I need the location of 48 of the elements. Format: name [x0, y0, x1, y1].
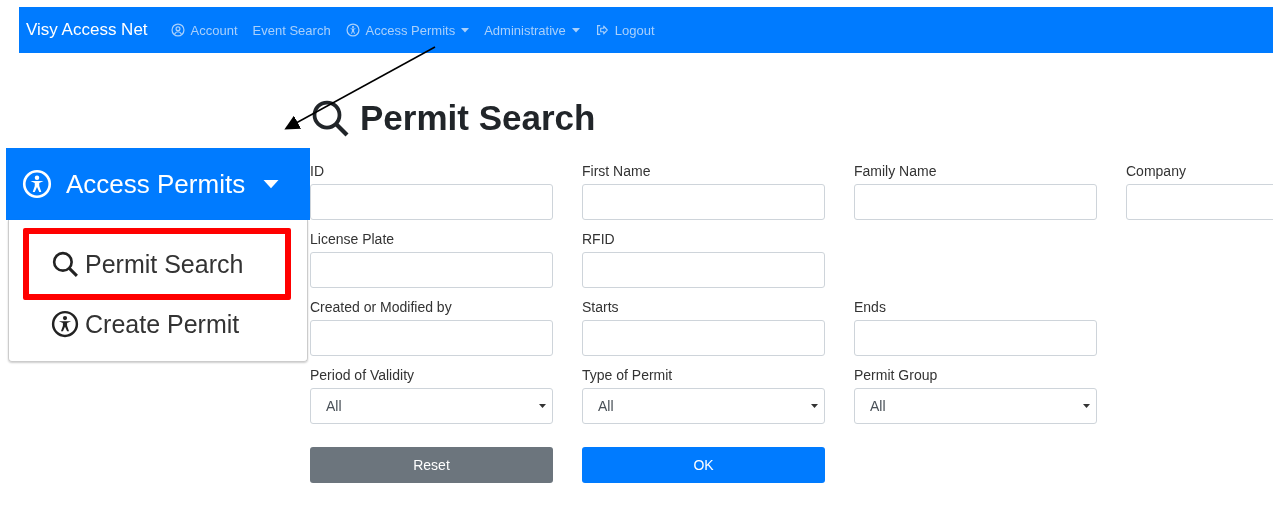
caret-icon — [1083, 403, 1090, 409]
caret-icon — [461, 27, 470, 33]
input-field[interactable] — [582, 184, 825, 220]
nav-link[interactable]: Administrative — [484, 22, 580, 38]
nav-link[interactable]: Event Search — [252, 22, 331, 38]
logout-icon — [594, 23, 609, 37]
input-field[interactable] — [854, 184, 1097, 220]
field-label: Type of Permit — [582, 367, 674, 385]
menu-item[interactable]: Create Permit — [23, 300, 291, 350]
search-icon — [310, 98, 350, 138]
input-field[interactable] — [310, 184, 553, 220]
search-icon — [51, 250, 79, 278]
field-label: RFID — [582, 231, 616, 249]
accessibility-icon — [51, 310, 79, 338]
field-label: Company — [1126, 163, 1187, 181]
field-label: License Plate — [310, 231, 396, 249]
field-label: Family Name — [854, 163, 938, 181]
accessibility-icon — [22, 169, 52, 199]
caret-icon — [263, 179, 280, 189]
select-field[interactable]: All — [582, 388, 825, 424]
page-title: Permit Search — [310, 95, 596, 141]
field-label: Permit Group — [854, 367, 939, 385]
field-label: ID — [310, 163, 325, 181]
input-field[interactable] — [582, 320, 825, 356]
nav-link[interactable]: Account — [170, 22, 238, 38]
field-label: Created or Modified by — [310, 299, 453, 317]
accessibility-icon — [345, 23, 360, 37]
form-button[interactable]: Reset — [310, 447, 553, 483]
input-field[interactable] — [310, 252, 553, 288]
select-field[interactable]: All — [854, 388, 1097, 424]
field-label: First Name — [582, 163, 652, 181]
form-button[interactable]: OK — [582, 447, 825, 483]
caret-icon — [571, 27, 580, 33]
select-field[interactable]: All — [310, 388, 553, 424]
menu-header[interactable]: Access Permits — [6, 148, 310, 220]
field-label: Period of Validity — [310, 367, 415, 385]
field-label: Starts — [582, 299, 620, 317]
nav-link[interactable]: Logout — [594, 22, 655, 38]
menu-item[interactable]: Permit Search — [23, 228, 291, 300]
caret-icon — [811, 403, 818, 409]
user-circle-icon — [170, 23, 185, 37]
input-field[interactable] — [310, 320, 553, 356]
input-field[interactable] — [854, 320, 1097, 356]
field-label: Ends — [854, 299, 887, 317]
brand-title[interactable]: Visy Access Net — [26, 20, 148, 40]
caret-icon — [539, 403, 546, 409]
input-field[interactable] — [582, 252, 825, 288]
nav-link[interactable]: Access Permits — [345, 22, 470, 38]
